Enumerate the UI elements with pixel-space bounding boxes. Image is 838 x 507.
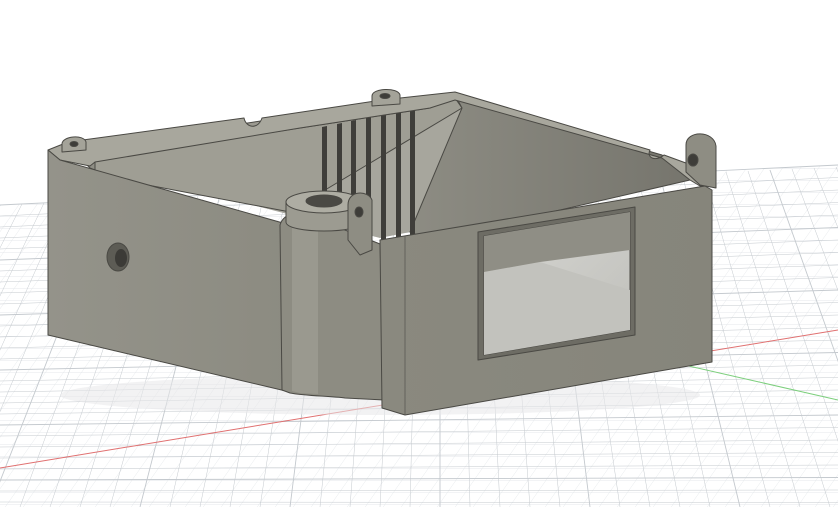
3d-viewport[interactable]: [0, 0, 838, 507]
cad-scene[interactable]: [0, 0, 838, 507]
mount-tab-back-right: [371, 89, 401, 107]
mount-tab-back-left: [61, 136, 87, 153]
side-hole: [106, 242, 130, 272]
corner-post-highlight: [292, 222, 318, 394]
